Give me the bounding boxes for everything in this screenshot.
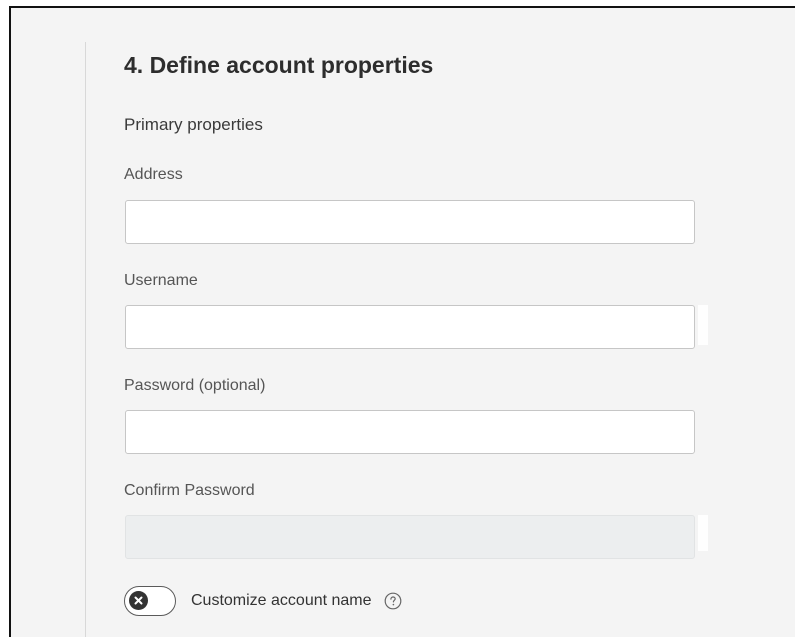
customize-account-name-toggle[interactable] (124, 586, 176, 616)
primary-properties-heading: Primary properties (124, 115, 263, 134)
customize-account-name-row: Customize account name (124, 584, 402, 618)
question-circle-icon[interactable] (384, 592, 402, 610)
field-edge-shade (698, 305, 708, 345)
field-edge-shade (698, 515, 708, 551)
customize-account-name-label: Customize account name (191, 592, 372, 609)
left-divider (85, 42, 86, 637)
address-input[interactable] (125, 200, 695, 244)
confirm-password-label: Confirm Password (124, 482, 255, 499)
address-label: Address (124, 166, 183, 183)
username-input[interactable] (125, 305, 695, 349)
password-input[interactable] (125, 410, 695, 454)
toggle-knob (129, 591, 148, 610)
confirm-password-input (125, 515, 695, 559)
x-icon (134, 596, 143, 605)
password-label: Password (optional) (124, 377, 266, 394)
section-title: 4. Define account properties (124, 52, 434, 78)
username-label: Username (124, 272, 198, 289)
account-properties-panel: 4. Define account properties Primary pro… (124, 0, 724, 637)
